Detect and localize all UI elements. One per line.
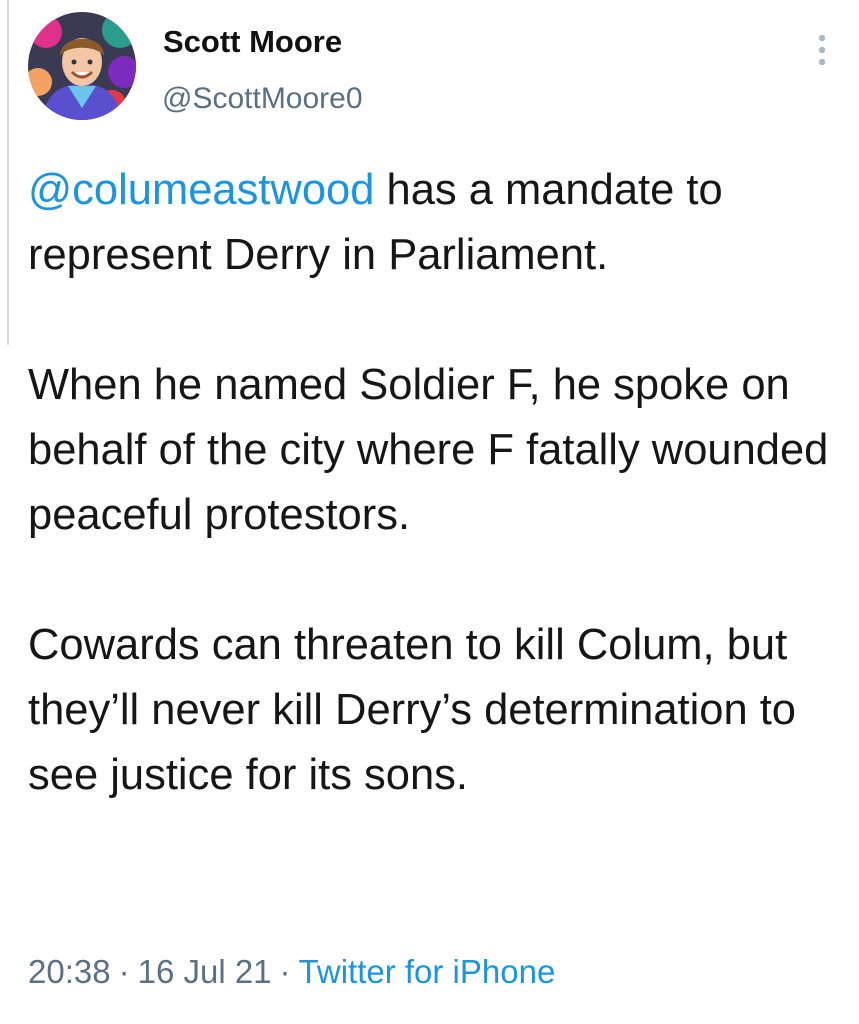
tweet-date: 16 Jul 21 — [137, 953, 272, 990]
separator-dot: · — [118, 953, 130, 990]
separator-dot: · — [279, 953, 291, 990]
tweet-source-link[interactable]: Twitter for iPhone — [299, 953, 556, 990]
user-handle[interactable]: @ScottMoore0 — [162, 82, 363, 116]
tweet-header: Scott Moore @ScottMoore0 — [28, 12, 838, 124]
avatar[interactable] — [28, 12, 136, 120]
tweet-paragraph-3: Cowards can threaten to kill Colum, but … — [28, 621, 797, 799]
tweet-paragraph-1: @columeastwood has a mandate to represen… — [28, 158, 838, 288]
tweet-metadata: 20:38 · 16 Jul 21 · Twitter for iPhone — [28, 953, 555, 991]
vertical-ellipsis-icon — [818, 34, 826, 66]
tweet-time: 20:38 — [28, 953, 111, 990]
display-name[interactable]: Scott Moore — [163, 24, 342, 60]
profile-photo-icon — [28, 12, 136, 120]
mention-link[interactable]: @columeastwood — [28, 166, 374, 214]
tweet-text: @columeastwood has a mandate to represen… — [28, 158, 838, 808]
tweet-paragraph-2: When he named Soldier F, he spoke on beh… — [28, 361, 829, 539]
more-options-button[interactable] — [810, 26, 834, 74]
left-edge-divider — [7, 0, 9, 345]
